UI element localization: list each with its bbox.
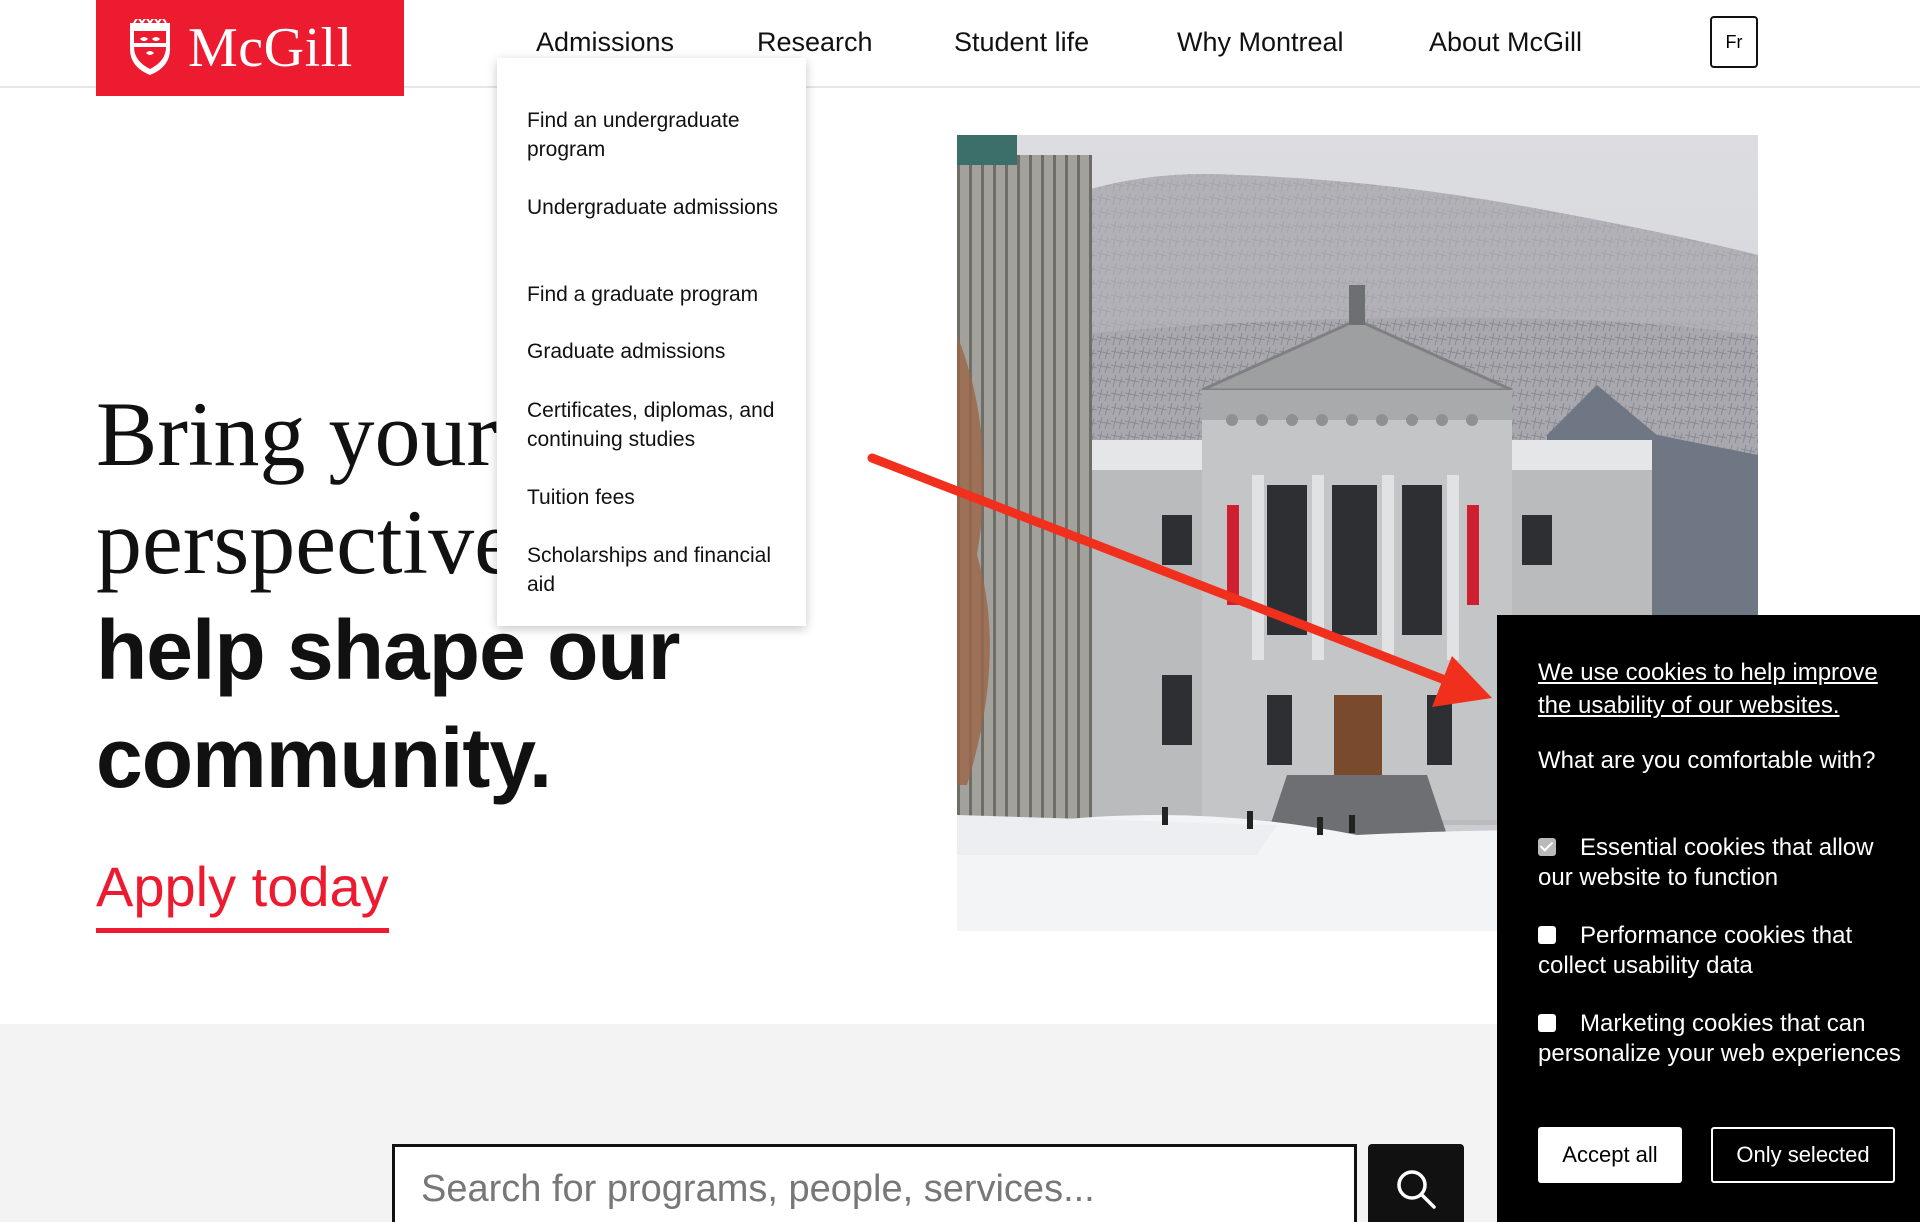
cookie-option-performance[interactable]: Performance cookies that collect usabili…: [1538, 921, 1913, 981]
accept-all-button[interactable]: Accept all: [1538, 1127, 1682, 1183]
apply-today-link[interactable]: Apply today: [96, 852, 389, 933]
dropdown-item-graduate-admissions[interactable]: Graduate admissions: [527, 337, 797, 366]
cookie-option-label: Performance cookies that collect usabili…: [1538, 922, 1853, 979]
search-icon: [1397, 1170, 1436, 1209]
nav-admissions[interactable]: Admissions: [536, 22, 674, 62]
nav-research[interactable]: Research: [757, 22, 873, 62]
hero-heading-line-1: Bring your: [96, 383, 498, 485]
dropdown-item-certificates-diplomas[interactable]: Certificates, diplomas, and continuing s…: [527, 396, 797, 454]
search-input[interactable]: [421, 1167, 1354, 1211]
crest-icon: [130, 19, 170, 75]
logo-wordmark: McGill: [188, 17, 353, 79]
search-button[interactable]: [1368, 1144, 1464, 1222]
dropdown-item-tuition-fees[interactable]: Tuition fees: [527, 483, 797, 512]
cookie-option-marketing[interactable]: Marketing cookies that can personalize y…: [1538, 1009, 1913, 1069]
cookie-option-label: Marketing cookies that can personalize y…: [1538, 1010, 1901, 1067]
cookie-consent-panel: We use cookies to help improve the usabi…: [1497, 615, 1920, 1222]
nav-about-mcgill[interactable]: About McGill: [1429, 22, 1582, 62]
dropdown-item-find-graduate-program[interactable]: Find a graduate program: [527, 280, 797, 309]
dropdown-item-scholarships-financial-aid[interactable]: Scholarships and financial aid: [527, 541, 797, 599]
only-selected-button[interactable]: Only selected: [1711, 1127, 1895, 1183]
site-header: McGill Admissions Research Student life …: [0, 0, 1920, 96]
cookie-option-label: Essential cookies that allow our website…: [1538, 834, 1874, 891]
cookie-question: What are you comfortable with?: [1538, 747, 1876, 774]
admissions-dropdown-menu: Find an undergraduate program Undergradu…: [497, 58, 806, 626]
language-toggle-button[interactable]: Fr: [1710, 16, 1758, 68]
cookie-policy-link[interactable]: We use cookies to help improve the usabi…: [1538, 656, 1908, 722]
mcgill-logo[interactable]: McGill: [96, 0, 404, 96]
performance-cookies-checkbox[interactable]: [1538, 926, 1556, 944]
nav-student-life[interactable]: Student life: [954, 22, 1089, 62]
dropdown-item-find-undergraduate-program[interactable]: Find an undergraduate program: [527, 106, 797, 164]
essential-cookies-checkbox[interactable]: [1538, 838, 1556, 856]
dropdown-item-undergraduate-admissions[interactable]: Undergraduate admissions: [527, 193, 797, 222]
nav-why-montreal[interactable]: Why Montreal: [1177, 22, 1344, 62]
hero-heading-line-2: perspective: [96, 491, 515, 593]
marketing-cookies-checkbox[interactable]: [1538, 1014, 1556, 1032]
cookie-option-essential[interactable]: Essential cookies that allow our website…: [1538, 833, 1913, 893]
search-field[interactable]: [392, 1144, 1357, 1222]
hero-heading-line-4: community.: [96, 711, 552, 805]
